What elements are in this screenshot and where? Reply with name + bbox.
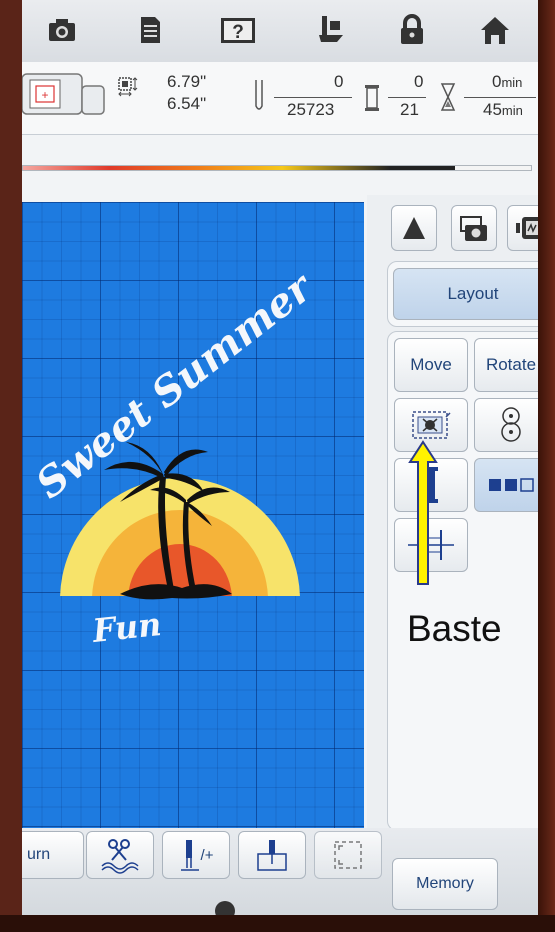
annotation-label: Baste xyxy=(407,608,502,649)
needle-icon xyxy=(255,80,263,110)
presser-foot-button[interactable] xyxy=(310,10,350,50)
stitch-progress-fill xyxy=(23,166,455,170)
thread-spool-icon xyxy=(365,85,379,111)
embroidery-canvas[interactable]: Sweet Summer Fun xyxy=(22,202,364,828)
help-button[interactable]: ? xyxy=(215,10,261,50)
design-info-row: + 6.79" 6.54" 0 25723 0 21 0min 45min xyxy=(22,62,538,135)
frame-preview-icon[interactable]: + xyxy=(22,72,116,124)
camera-button[interactable] xyxy=(42,10,82,50)
lock-icon xyxy=(401,14,423,44)
trial-button[interactable] xyxy=(314,831,382,879)
rotate-button[interactable]: Rotate xyxy=(474,338,538,392)
return-button[interactable]: urn xyxy=(22,831,84,879)
side-panel: Layout Move Rotate xyxy=(367,195,538,835)
design-width: 6.79" xyxy=(167,72,207,91)
stitch-forward-back-button[interactable]: /+ xyxy=(162,831,230,879)
stitch-current: 0 xyxy=(334,72,344,91)
time-divider xyxy=(464,97,536,98)
start-position-button[interactable] xyxy=(238,831,306,879)
camera-view-button[interactable] xyxy=(451,205,497,251)
color-current: 0 xyxy=(414,72,424,91)
size-icon xyxy=(118,77,138,97)
move-button[interactable]: Move xyxy=(394,338,468,392)
time-current: 0min xyxy=(492,72,523,91)
home-button[interactable] xyxy=(475,10,515,50)
needle-icon xyxy=(180,840,199,871)
screen-bezel-bottom xyxy=(0,915,555,932)
color-total: 21 xyxy=(400,100,419,119)
start-point-button[interactable] xyxy=(474,398,538,452)
top-toolbar: ? xyxy=(22,0,538,63)
svg-text:+: + xyxy=(41,88,48,102)
time-total: 45min xyxy=(483,100,523,119)
frame-triangle-button[interactable] xyxy=(391,205,437,251)
needle-frame-icon xyxy=(257,840,287,871)
camera-icon xyxy=(49,19,75,41)
color-sort-button[interactable] xyxy=(474,458,538,512)
baste-icon xyxy=(412,411,451,439)
design-bottom-text: Fun xyxy=(90,605,163,650)
document-icon xyxy=(141,17,160,43)
hourglass-icon xyxy=(440,83,456,111)
triangle-up-icon xyxy=(403,217,425,239)
stitch-progress-bar xyxy=(22,165,532,171)
document-button[interactable] xyxy=(130,10,170,50)
stitch-step-label: /+ xyxy=(200,846,214,864)
sun-middle xyxy=(92,510,268,596)
camera-icon xyxy=(460,216,487,241)
presser-foot-icon xyxy=(319,16,343,42)
design-height: 6.54" xyxy=(167,94,207,113)
layout-tab-group: Layout xyxy=(387,261,538,327)
color-sort-icon xyxy=(489,478,534,492)
start-point-icon xyxy=(501,407,521,442)
svg-text:?: ? xyxy=(232,22,244,43)
home-icon xyxy=(481,17,509,44)
help-icon: ? xyxy=(221,18,255,43)
annotation-arrow xyxy=(408,440,438,585)
stitch-view-button[interactable] xyxy=(507,205,538,251)
embroidery-unit-icon xyxy=(516,217,538,239)
screen-bezel-right xyxy=(538,0,555,932)
color-divider xyxy=(388,97,426,98)
machine-screen: ? + 6.79" 6.54" 0 25723 0 21 0min 45min … xyxy=(22,0,538,932)
stitch-divider xyxy=(274,97,352,98)
layout-tab[interactable]: Layout xyxy=(393,268,538,320)
trial-frame-icon xyxy=(334,841,362,869)
design-preview: Sweet Summer Fun xyxy=(27,262,323,650)
design-top-text: Sweet Summer xyxy=(27,262,323,508)
scissors-icon xyxy=(101,839,139,874)
lock-button[interactable] xyxy=(392,10,432,50)
cut-jump-button[interactable] xyxy=(86,831,154,879)
stitch-total: 25723 xyxy=(287,100,335,119)
memory-button[interactable]: Memory xyxy=(392,858,498,910)
bottom-toolbar: urn /+ Memory xyxy=(22,828,538,921)
